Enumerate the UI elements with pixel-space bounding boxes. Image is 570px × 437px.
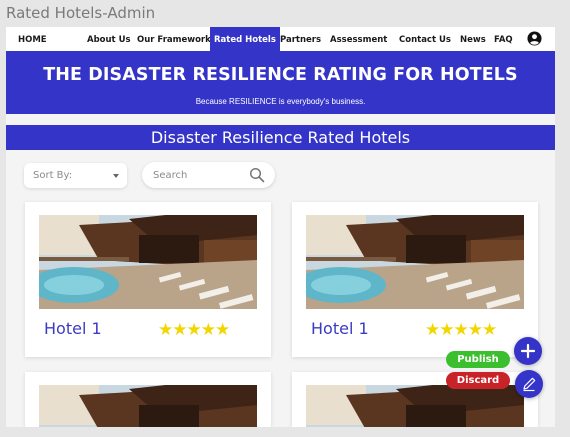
page: HOME About Us Our Framework Rated Hotels… [6,27,555,427]
publish-button[interactable]: Publish [446,351,510,368]
top-nav: HOME About Us Our Framework Rated Hotels… [6,27,555,51]
sort-dropdown[interactable]: Sort By: [24,163,127,188]
caret-down-icon [113,174,119,178]
hotel-name[interactable]: Hotel 1 [44,319,102,338]
section-title: Disaster Resilience Rated Hotels [6,125,555,150]
hotel-photo [306,385,524,427]
nav-partners[interactable]: Partners [280,35,321,45]
hotel-photo [39,385,257,427]
hotel-card[interactable] [25,372,271,427]
account-circle-icon[interactable] [527,31,542,46]
frame-title: Rated Hotels-Admin [6,4,156,22]
discard-button[interactable]: Discard [446,372,510,389]
nav-about-us[interactable]: About Us [87,35,131,45]
rating-stars: ★★★★★ [158,320,230,340]
search-icon[interactable] [249,167,265,183]
hotel-name[interactable]: Hotel 1 [311,319,369,338]
nav-faq[interactable]: FAQ [494,35,513,45]
hero-title: THE DISASTER RESILIENCE RATING FOR HOTEL… [43,65,518,85]
add-button[interactable] [514,337,542,365]
sort-label: Sort By: [33,170,73,181]
search-input[interactable] [153,167,243,183]
pencil-icon [523,377,536,392]
search-box[interactable] [142,162,275,188]
hotel-photo [306,215,524,309]
hotel-card[interactable]: Hotel 1 ★★★★★ [25,202,271,357]
rating-stars: ★★★★★ [425,320,497,340]
hero-banner: THE DISASTER RESILIENCE RATING FOR HOTEL… [6,51,555,114]
hero-subtitle: Because RESILIENCE is everybody's busine… [195,97,366,106]
nav-contact-us[interactable]: Contact Us [399,35,451,45]
nav-our-framework[interactable]: Our Framework [137,35,211,45]
nav-news[interactable]: News [460,35,486,45]
nav-home[interactable]: HOME [18,35,47,45]
edit-button[interactable] [515,370,543,398]
nav-assessment[interactable]: Assessment [330,35,387,45]
hotel-photo [39,215,257,309]
hotel-card[interactable]: Hotel 1 ★★★★★ [292,202,538,357]
nav-rated-hotels[interactable]: Rated Hotels [210,27,280,51]
plus-icon [520,343,536,359]
